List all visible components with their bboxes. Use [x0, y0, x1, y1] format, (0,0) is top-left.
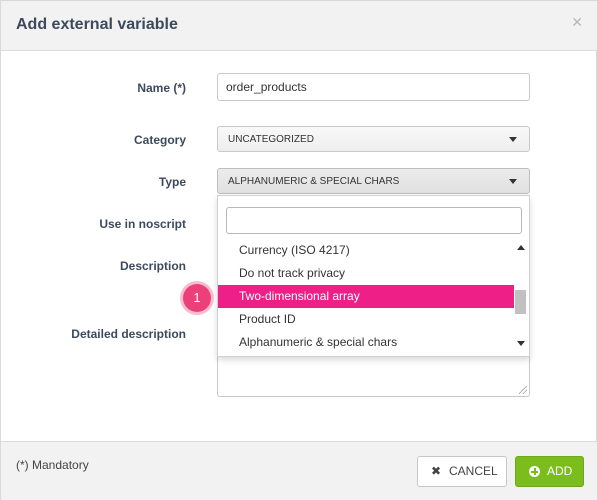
- step-badge: 1: [183, 284, 211, 312]
- detailed-description-label: Detailed description: [71, 327, 186, 341]
- type-select[interactable]: ALPHANUMERIC & SPECIAL CHARS: [217, 168, 530, 194]
- scroll-down-arrow-icon[interactable]: [517, 341, 525, 346]
- cancel-button-label: CANCEL: [449, 464, 498, 478]
- dropdown-search-input[interactable]: [226, 207, 522, 234]
- name-input[interactable]: [217, 73, 530, 101]
- type-select-value: ALPHANUMERIC & SPECIAL CHARS: [228, 176, 400, 187]
- scroll-up-arrow-icon[interactable]: [517, 245, 525, 250]
- category-select-value: UNCATEGORIZED: [228, 134, 314, 145]
- dialog-footer: (*) Mandatory ✖ CANCEL ADD: [1, 441, 597, 500]
- dropdown-option[interactable]: Do not track privacy: [218, 262, 514, 285]
- dropdown-options: Currency (ISO 4217) Do not track privacy…: [218, 239, 514, 355]
- category-label: Category: [133, 133, 186, 147]
- dropdown-scrollbar[interactable]: [514, 239, 528, 355]
- dropdown-option[interactable]: Alphanumeric & special chars: [218, 331, 514, 354]
- close-icon: ✖: [431, 464, 442, 478]
- mandatory-note: (*) Mandatory: [16, 458, 89, 472]
- resize-handle-icon[interactable]: [519, 386, 527, 394]
- description-label: Description: [119, 259, 186, 273]
- noscript-label: Use in noscript: [99, 217, 186, 231]
- add-button-label: ADD: [547, 464, 573, 478]
- dialog-title: Add external variable: [16, 16, 178, 33]
- scrollbar-thumb[interactable]: [515, 290, 526, 314]
- chevron-down-icon: [509, 179, 517, 184]
- type-dropdown-menu: Currency (ISO 4217) Do not track privacy…: [217, 195, 530, 357]
- plus-circle-icon: [529, 466, 540, 477]
- cancel-button[interactable]: ✖ CANCEL: [417, 456, 507, 487]
- name-label: Name (*): [137, 81, 186, 95]
- chevron-down-icon: [509, 137, 517, 142]
- add-external-variable-dialog: Add external variable ✕ Name (*) Categor…: [0, 0, 597, 500]
- dropdown-option[interactable]: Product ID: [218, 308, 514, 331]
- category-select[interactable]: UNCATEGORIZED: [217, 126, 530, 152]
- dropdown-option[interactable]: Currency (ISO 4217): [218, 239, 514, 262]
- detailed-description-textarea[interactable]: [217, 357, 530, 397]
- type-label: Type: [158, 175, 186, 189]
- add-button[interactable]: ADD: [515, 456, 584, 487]
- close-icon[interactable]: ✕: [571, 15, 583, 29]
- dialog-header: Add external variable ✕: [1, 1, 597, 51]
- dropdown-option-selected[interactable]: Two-dimensional array: [218, 285, 514, 308]
